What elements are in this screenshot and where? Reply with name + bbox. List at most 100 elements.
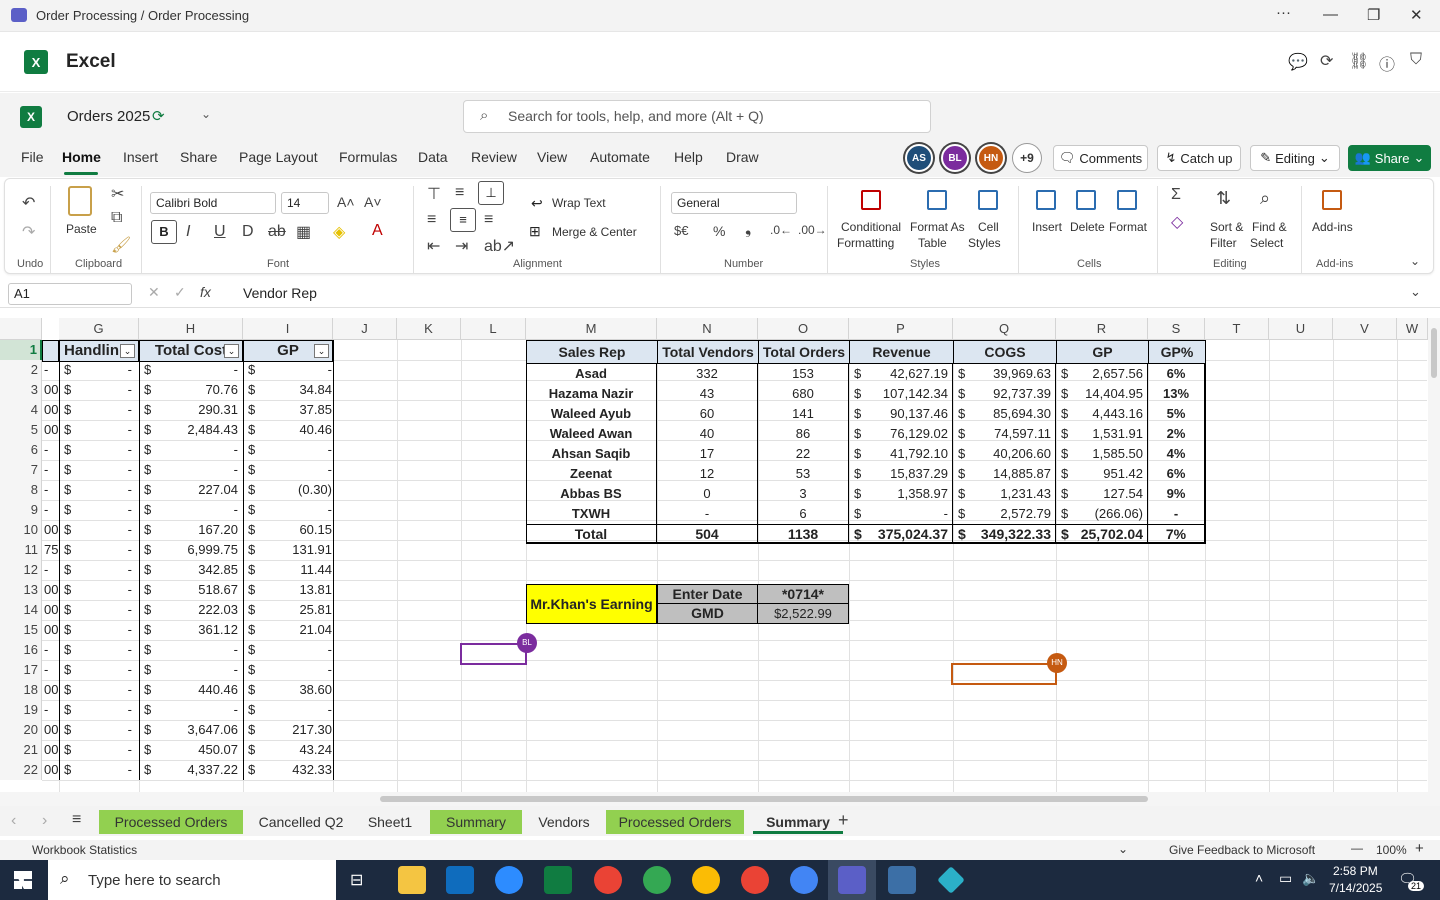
zoom-icon[interactable] [495,866,523,894]
cell-value[interactable]: 00 [44,420,58,440]
column-header[interactable]: T [1205,318,1269,340]
italic-icon[interactable]: I [186,223,190,241]
summary-cell[interactable]: Hazama Nazir [526,384,657,404]
ribbon-collapse-icon[interactable]: ⌄ [1410,254,1420,268]
summary-cell[interactable]: $ (266.06) [1056,504,1148,524]
summary-cell[interactable]: $375,024.37 [849,524,953,544]
summary-cell[interactable]: $85,694.30 [953,404,1056,424]
currency-icon[interactable]: $€ [674,223,688,238]
summary-cell[interactable]: $14,404.95 [1056,384,1148,404]
cell-value[interactable]: 227.04 [160,480,238,500]
decrease-decimal-icon[interactable]: .00→ [798,223,827,237]
cell-value[interactable]: 00 [44,600,58,620]
column-header[interactable]: N [657,318,758,340]
refresh-icon[interactable]: ⟳ [1320,51,1333,71]
cell-value[interactable]: 00 [44,520,58,540]
cell-value[interactable]: - [44,660,58,680]
increase-font-icon[interactable]: A˄ [337,194,355,210]
summary-cell[interactable]: $76,129.02 [849,424,953,444]
sheet-tab[interactable]: Processed Orders Q2 [99,810,243,854]
cell-value[interactable]: 00 [44,740,58,760]
cut-icon[interactable]: ✂ [111,184,124,204]
menu-draw[interactable]: Draw [726,149,759,165]
more-collaborators[interactable]: +9 [1013,144,1041,172]
name-box[interactable]: A1 [8,283,132,305]
summary-cell[interactable]: 40 [657,424,758,444]
summary-cell[interactable]: $ - [849,504,953,524]
cell-value[interactable]: 60.15 [262,520,332,540]
cell-value[interactable]: 3,647.06 [160,720,238,740]
menu-view[interactable]: View [537,149,567,165]
row-header[interactable]: 18 [0,680,42,700]
cell-value[interactable]: - [90,440,132,460]
summary-cell[interactable]: $349,322.33 [953,524,1056,544]
summary-cell[interactable]: $92,737.39 [953,384,1056,404]
menu-help[interactable]: Help [674,149,703,165]
cell-value[interactable]: - [44,460,58,480]
cell-value[interactable]: 38.60 [262,680,332,700]
workbook-statistics[interactable]: Workbook Statistics [32,843,137,857]
summary-cell[interactable]: Waleed Ayub [526,404,657,424]
summary-cell[interactable]: $951.42 [1056,464,1148,484]
summary-cell[interactable]: $14,885.87 [953,464,1056,484]
align-right-icon[interactable]: ≡ [484,211,493,229]
info-icon[interactable]: ⓘ [1379,51,1395,75]
restore-icon[interactable]: ❐ [1367,6,1380,24]
network-icon[interactable]: ▭ [1279,870,1292,887]
cell-value[interactable]: - [262,500,332,520]
copy-icon[interactable]: ⧉ [111,209,122,227]
row-header[interactable]: 9 [0,500,42,520]
summary-cell[interactable]: Waleed Awan [526,424,657,444]
avatar[interactable]: AS [905,144,933,172]
summary-cell[interactable]: 53 [758,464,849,484]
clock-time[interactable]: 2:58 PM [1333,864,1378,878]
sheet-tab[interactable]: Processed Orders Q3 [606,810,744,854]
summary-cell[interactable]: 9% [1148,484,1205,504]
cell-value[interactable]: 00 [44,620,58,640]
row-header[interactable]: 11 [0,540,42,560]
filter-dropdown-icon[interactable]: ⌄ [120,344,135,358]
cell-value[interactable]: - [160,640,238,660]
cell-value[interactable]: 167.20 [160,520,238,540]
summary-cell[interactable]: $90,137.46 [849,404,953,424]
cell-value[interactable]: - [160,440,238,460]
teams-taskbar-icon[interactable] [838,866,866,894]
chevron-right-icon[interactable]: › [42,812,47,830]
paste-icon[interactable] [68,186,92,216]
chevron-down-icon[interactable]: ⌄ [201,107,211,121]
cell-value[interactable]: - [160,360,238,380]
cell-value[interactable]: 2,484.43 [160,420,238,440]
column-header[interactable]: K [397,318,461,340]
shield-icon[interactable]: ⛉ [1410,51,1422,69]
enter-icon[interactable]: ✓ [174,284,186,301]
cell-value[interactable]: - [90,740,132,760]
cell-value[interactable]: 00 [44,680,58,700]
font-color-icon[interactable]: A [372,222,383,240]
cell-value[interactable]: - [90,620,132,640]
summary-cell[interactable]: $2,572.79 [953,504,1056,524]
cell-value[interactable]: 43.24 [262,740,332,760]
sheet-tab[interactable]: Sheet1 [359,810,421,834]
summary-cell[interactable]: $4,443.16 [1056,404,1148,424]
show-hidden-icons[interactable]: ˄ [1255,870,1263,886]
underline-icon[interactable]: U [214,223,226,241]
chrome-icon[interactable] [643,866,671,894]
column-header[interactable]: H [139,318,243,340]
summary-cell[interactable]: 0 [657,484,758,504]
minimize-icon[interactable]: — [1323,6,1338,23]
column-header[interactable]: G [59,318,139,340]
cell-value[interactable]: - [44,480,58,500]
cancel-icon[interactable]: ✕ [148,284,160,301]
row-header[interactable]: 16 [0,640,42,660]
cell-value[interactable]: - [44,440,58,460]
chrome-icon[interactable] [790,866,818,894]
summary-cell[interactable]: $127.54 [1056,484,1148,504]
fill-color-icon[interactable]: ◈ [333,222,345,242]
cell-value[interactable]: 361.12 [160,620,238,640]
outlook-icon[interactable] [446,866,474,894]
cell-value[interactable]: - [90,600,132,620]
cell-value[interactable]: - [90,720,132,740]
row-header[interactable]: 3 [0,380,42,400]
cell-value[interactable]: - [90,400,132,420]
column-header[interactable]: V [1333,318,1397,340]
